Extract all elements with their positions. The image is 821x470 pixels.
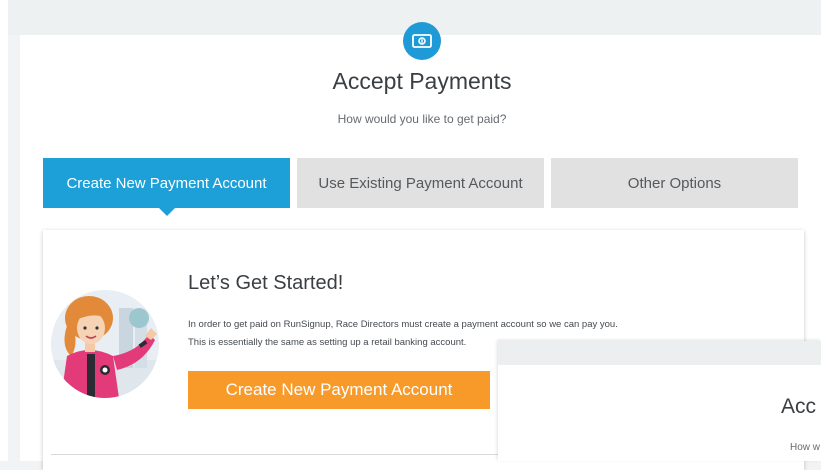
money-badge (403, 22, 441, 60)
money-icon (412, 34, 432, 48)
page-subtitle: How would you like to get paid? (337, 112, 507, 126)
intro-text-line-1: In order to get paid on RunSignup, Race … (188, 319, 618, 330)
overlapping-window-title: Acc (781, 395, 817, 418)
section-title: Let’s Get Started! (188, 272, 344, 294)
intro-text-line-2: This is essentially the same as setting … (188, 337, 467, 348)
tab-create-new-payment-account[interactable]: Create New Payment Account (43, 158, 290, 216)
woman-avatar-illustration (51, 290, 159, 398)
create-new-payment-account-button[interactable]: Create New Payment Account (188, 371, 490, 409)
section-divider (51, 454, 498, 455)
page-title: Accept Payments (332, 68, 512, 94)
overlapping-window-content (498, 365, 821, 461)
tab-other-options[interactable]: Other Options (551, 158, 798, 208)
tab-use-existing-payment-account[interactable]: Use Existing Payment Account (297, 158, 544, 208)
overlapping-window-subtitle: How w (790, 442, 821, 453)
